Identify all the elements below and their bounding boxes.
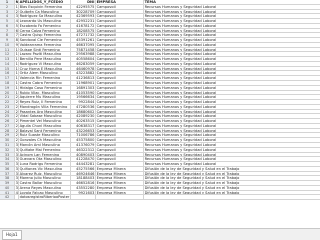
cell-tema[interactable]: [144, 195, 320, 201]
cell-dni[interactable]: [71, 195, 96, 201]
row-number[interactable]: 42: [0, 195, 15, 201]
cell-apellidos[interactable]: datosregistroRiberiooPoster: [19, 195, 71, 201]
sheet-tab-strip: Hoja1: [0, 228, 320, 240]
data-grid: 1 N APELLIDOS_Y_FCEDIO DNI EMPRESA TEMA 2 1 Blas…: [0, 0, 320, 201]
cell-empresa[interactable]: [96, 195, 144, 201]
sheet-tab[interactable]: Hoja1: [2, 230, 22, 240]
spreadsheet-view: 1 N APELLIDOS_Y_FCEDIO DNI EMPRESA TEMA 2 1 Blas…: [0, 0, 320, 240]
table-row: 42 datosregistroRiberiooPoster: [0, 195, 320, 201]
